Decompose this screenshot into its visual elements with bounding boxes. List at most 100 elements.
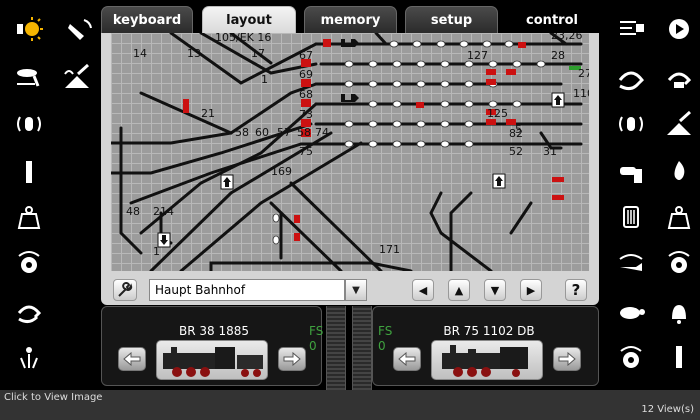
track-label: 67 xyxy=(299,49,313,62)
speed-slider-1[interactable] xyxy=(326,306,346,390)
coupler-icon[interactable] xyxy=(614,12,648,46)
track-label: 73 xyxy=(299,108,313,121)
dialog-icon[interactable] xyxy=(614,245,648,279)
track-label: 1 xyxy=(153,245,160,258)
view-count: 12 View(s) xyxy=(641,404,694,415)
arrow-right-icon: ▶ xyxy=(526,283,536,297)
track-label: 27 xyxy=(578,67,589,80)
fs-indicator: FS 0 xyxy=(378,324,392,354)
track-label: 75 xyxy=(299,145,313,158)
track-label: 105/EK 16 xyxy=(215,33,272,44)
whistle-icon[interactable] xyxy=(12,60,46,94)
fs-value: 0 xyxy=(309,339,317,353)
arrow-down-icon: ▼ xyxy=(490,283,500,297)
track-label: 17 xyxy=(251,47,265,60)
whistle-icon[interactable] xyxy=(614,155,648,189)
tank-locomotive-image xyxy=(442,345,528,377)
track-label: 74 xyxy=(315,126,329,139)
track-label: 48 xyxy=(126,205,140,218)
track-label: 214 xyxy=(153,205,174,218)
shunting-signal-icon[interactable] xyxy=(12,155,46,189)
arrow-left-icon xyxy=(123,352,141,366)
wrench-icon xyxy=(118,282,133,297)
track-label: 52 xyxy=(509,145,523,158)
arrow-right-icon xyxy=(558,352,576,366)
steam-icon[interactable] xyxy=(12,340,46,374)
loco-name: BR 38 1885 xyxy=(178,324,249,338)
image-footer: Click to View Image 12 View(s) xyxy=(0,390,700,420)
scroll-left-button[interactable]: ◀ xyxy=(412,279,434,301)
rotation-icon[interactable] xyxy=(12,295,46,329)
help-button[interactable]: ? xyxy=(565,279,587,301)
track-label: 57 xyxy=(277,126,291,139)
track-label: 110 xyxy=(573,87,589,100)
tab-layout[interactable]: layout xyxy=(202,6,296,34)
arrow-left-icon: ◀ xyxy=(418,283,428,297)
track-label: 60 xyxy=(255,126,269,139)
tab-bar: keyboard layout memory setup control xyxy=(101,6,599,34)
views-icon[interactable] xyxy=(614,107,648,141)
loco-image[interactable] xyxy=(156,340,268,380)
weight-icon[interactable] xyxy=(662,200,696,234)
scroll-down-button[interactable]: ▼ xyxy=(484,279,506,301)
signal-icon[interactable] xyxy=(662,340,696,374)
direction-right-button[interactable] xyxy=(553,347,581,371)
loco-image[interactable] xyxy=(431,340,543,380)
fs-label: FS xyxy=(309,324,324,338)
track-label: 13 xyxy=(187,47,201,60)
fs-label: FS xyxy=(378,324,393,338)
track-label: 171 xyxy=(379,243,400,256)
crane-icon[interactable] xyxy=(662,107,696,141)
speed-slider-2[interactable] xyxy=(352,306,372,390)
arrow-left-icon xyxy=(398,352,416,366)
fs-value: 0 xyxy=(378,339,386,353)
track-label: 125 xyxy=(487,107,508,120)
track-label: 58 xyxy=(235,126,249,139)
tab-setup[interactable]: setup xyxy=(405,6,498,34)
sound-icon[interactable] xyxy=(12,107,46,141)
layout-dropdown-button[interactable]: ▼ xyxy=(345,279,367,301)
speed-icon[interactable] xyxy=(614,340,648,374)
arrow-up-icon: ▲ xyxy=(454,283,464,297)
grid-icon[interactable] xyxy=(614,200,648,234)
track-label: 169 xyxy=(271,165,292,178)
steam-locomotive-image xyxy=(163,347,263,377)
track-label: 82 xyxy=(509,127,523,140)
horn-icon[interactable] xyxy=(662,12,696,46)
chevron-down-icon: ▼ xyxy=(352,284,360,296)
radio-small-icon[interactable] xyxy=(662,245,696,279)
horn-icon[interactable] xyxy=(62,14,96,48)
coupler-uncoupler-icon[interactable] xyxy=(60,60,94,94)
track-label: 58 xyxy=(297,126,311,139)
track-diagram[interactable]: 14 13 17 105/EK 16 23,26 28 127 27 110 6… xyxy=(111,33,589,271)
fs-indicator: FS 0 xyxy=(309,324,323,354)
direction-left-button[interactable] xyxy=(393,347,421,371)
scroll-right-button[interactable]: ▶ xyxy=(520,279,542,301)
tab-keyboard[interactable]: keyboard xyxy=(101,6,193,34)
tab-memory[interactable]: memory xyxy=(304,6,397,34)
track-label: 28 xyxy=(551,49,565,62)
track-label: 127 xyxy=(467,49,488,62)
right-function-panel xyxy=(602,0,700,390)
layout-panel: 14 13 17 105/EK 16 23,26 28 127 27 110 6… xyxy=(101,33,599,305)
layout-name-field[interactable]: Haupt Bahnhof xyxy=(149,279,345,301)
settings-button[interactable] xyxy=(113,279,137,301)
weight-icon[interactable] xyxy=(12,200,46,234)
direction-right-button[interactable] xyxy=(278,347,306,371)
loco-controller-2: FS 0 BR 75 1102 DB xyxy=(372,306,599,386)
scroll-up-button[interactable]: ▲ xyxy=(448,279,470,301)
track-label: 23,26 xyxy=(551,33,583,42)
track-label: 1 xyxy=(261,73,268,86)
turntable-icon[interactable] xyxy=(614,62,648,96)
track-label: 69 xyxy=(299,68,313,81)
turtle-icon[interactable] xyxy=(614,295,648,329)
layout-toolbar: Haupt Bahnhof ▼ ◀ ▲ ▼ ▶ ? xyxy=(109,277,591,303)
fire-icon[interactable] xyxy=(662,155,696,189)
sound-icon[interactable] xyxy=(662,62,696,96)
direction-left-button[interactable] xyxy=(118,347,146,371)
tab-control[interactable]: control xyxy=(505,6,599,34)
view-image-link[interactable]: Click to View Image xyxy=(4,392,102,403)
radio-icon[interactable] xyxy=(12,245,46,279)
light-icon[interactable] xyxy=(12,12,46,46)
bell-icon[interactable] xyxy=(662,295,696,329)
